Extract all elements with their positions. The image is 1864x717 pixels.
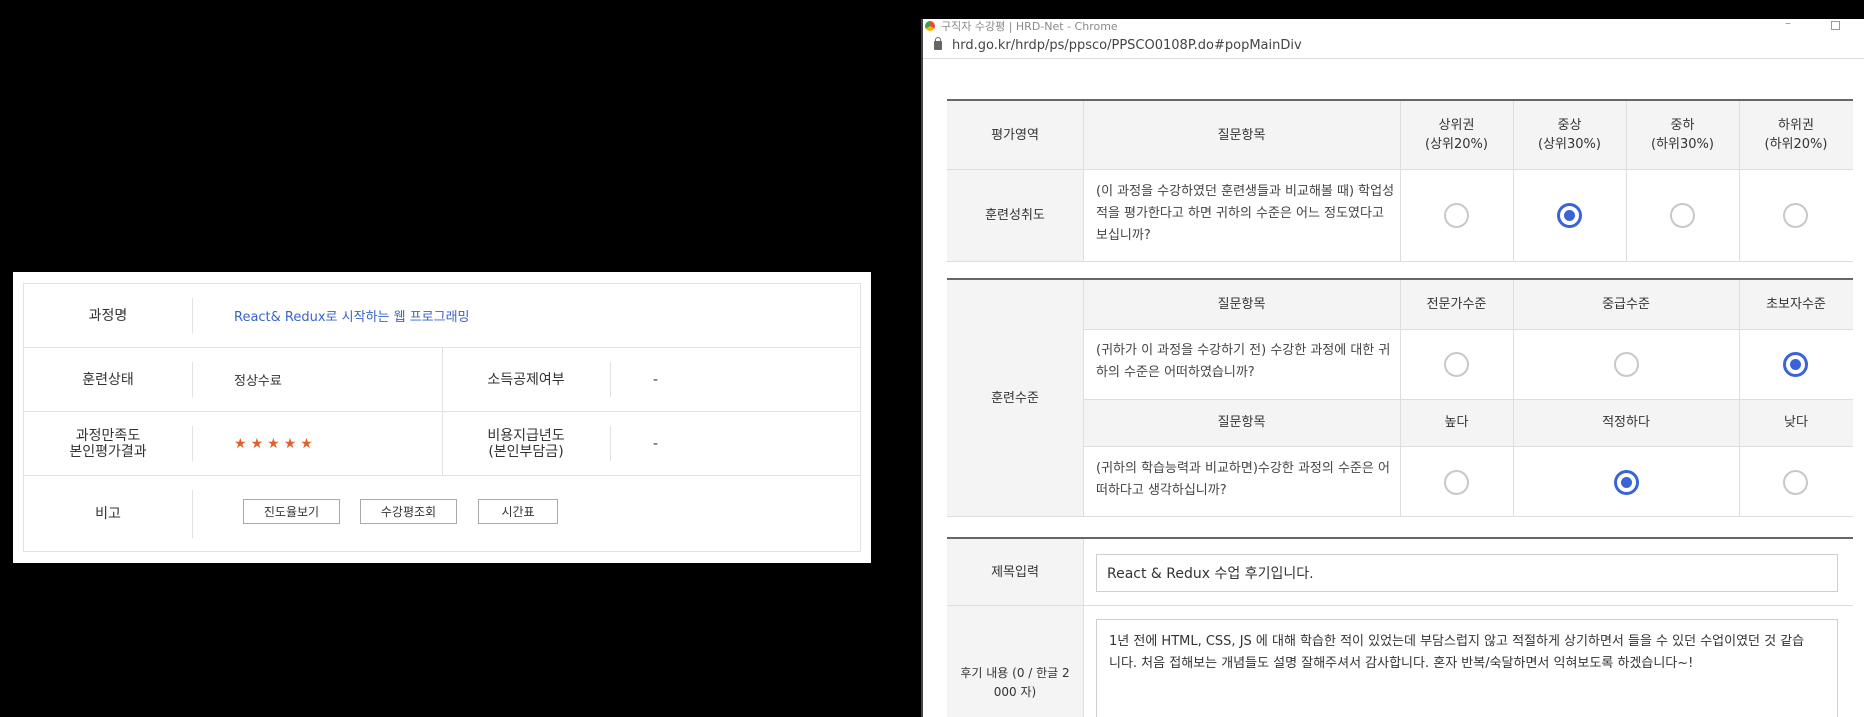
divider [192,490,193,538]
divider [610,362,611,397]
course-info-panel: 과정명 React& Redux로 시작하는 웹 프로그래밍 훈련상태 정상수료… [13,272,871,563]
course-name-link[interactable]: React& Redux로 시작하는 웹 프로그래밍 [234,306,470,325]
radio-intermediate[interactable] [1614,352,1639,377]
window-titlebar: 구직자 수강평 | HRD-Net - Chrome – [923,19,1864,33]
label-training-status: 훈련상태 [82,371,134,388]
maximize-icon[interactable] [1831,21,1840,30]
label-course-name: 과정명 [88,307,128,324]
address-bar[interactable]: hrd.go.kr/hrdp/ps/ppsco/PPSCO0108P.do#po… [923,33,1864,59]
header-upper-mid: 중상 (상위30%) [1538,118,1601,152]
review-input-table: 제목입력 React & Redux 수업 후기입니다. 후기 내용 (0 / … [947,537,1853,717]
minimize-icon[interactable]: – [1785,19,1791,30]
table-row: 훈련상태 정상수료 소득공제여부 - [24,348,860,412]
area-level: 훈련수준 [991,391,1039,406]
radio-bottom[interactable] [1783,203,1808,228]
chrome-logo-icon [925,21,935,31]
achievement-table: 평가영역 질문항목 상위권 (상위20%) 중상 (상위30%) 중하 (하위3… [947,99,1853,262]
radio-beginner[interactable] [1783,352,1808,377]
header-intermediate: 중급수준 [1602,297,1650,312]
url-text: hrd.go.kr/hrdp/ps/ppsco/PPSCO0108P.do#po… [952,38,1302,53]
star-icon: ★ [267,435,280,452]
star-rating: ★ ★ ★ ★ ★ [234,437,313,451]
question-text: (이 과정을 수강하였던 훈련생들과 비교해볼 때) 학업성 적을 평가한다고 … [1096,184,1395,243]
radio-top[interactable] [1444,203,1469,228]
area-achievement: 훈련성취도 [985,208,1045,223]
question-text: (귀하가 이 과정을 수강하기 전) 수강한 과정에 대한 귀 하의 수준은 어… [1096,343,1391,380]
question-text: (귀하의 학습능력과 비교하면)수강한 과정의 수준은 어 떠하다고 생각하십니… [1096,461,1390,498]
radio-upper-mid[interactable] [1557,203,1582,228]
header-question: 질문항목 [1217,415,1266,430]
star-icon: ★ [250,435,264,452]
progress-view-button[interactable]: 진도율보기 [243,499,340,524]
label-content: 후기 내용 (0 / 한글 2 000 자) [960,665,1070,699]
radio-high[interactable] [1444,470,1469,495]
header-beginner: 초보자수준 [1766,297,1826,312]
header-area: 평가영역 [991,127,1039,143]
star-icon: ★ [300,435,313,452]
header-expert: 전문가수준 [1426,297,1487,312]
training-status-value: 정상수료 [234,374,282,389]
divider [610,426,611,461]
radio-low[interactable] [1783,470,1808,495]
review-content-textarea[interactable]: 1년 전에 HTML, CSS, JS 에 대해 학습한 적이 있었는데 부담스… [1096,619,1838,717]
review-title-input[interactable]: React & Redux 수업 후기입니다. [1096,554,1838,592]
review-lookup-button[interactable]: 수강평조회 [360,499,457,524]
label-remarks: 비고 [95,506,121,522]
radio-appropriate[interactable] [1614,470,1639,495]
divider [192,298,193,333]
header-appropriate: 적정하다 [1602,415,1650,430]
header-question: 질문항목 [1217,297,1266,312]
window-title: 구직자 수강평 | HRD-Net - Chrome [941,20,1118,33]
table-row: 비고 진도율보기 수강평조회 시간표 [24,476,860,552]
timetable-button[interactable]: 시간표 [478,499,558,524]
course-info-table: 과정명 React& Redux로 시작하는 웹 프로그래밍 훈련상태 정상수료… [23,283,861,552]
header-question: 질문항목 [1217,127,1266,143]
level-table: 훈련수준 질문항목 전문가수준 중급수준 초보자수준 (귀하가 이 과정을 수강… [947,278,1853,518]
table-row: 과정만족도 본인평가결과 ★ ★ ★ ★ ★ 비용지급년도 (본인부담금) - [24,412,860,476]
tax-deduction-value: - [653,371,659,388]
table-row: 과정명 React& Redux로 시작하는 웹 프로그래밍 [24,284,860,348]
divider [192,362,193,397]
label-title: 제목입력 [991,564,1039,580]
label-tax-deduction: 소득공제여부 [487,371,565,388]
header-low: 낮다 [1784,415,1808,430]
cost-year-value: - [653,435,659,452]
divider [192,426,193,461]
radio-lower-mid[interactable] [1670,203,1695,228]
chrome-popup-window: 구직자 수강평 | HRD-Net - Chrome – hrd.go.kr/h… [921,19,1864,717]
star-icon: ★ [234,435,247,452]
header-bottom: 하위권 (하위20%) [1764,118,1828,152]
label-cost-year: 비용지급년도 (본인부담금) [487,427,565,460]
header-high: 높다 [1444,415,1469,430]
label-satisfaction: 과정만족도 본인평가결과 [69,427,147,460]
star-icon: ★ [283,435,297,452]
lock-icon [934,37,942,50]
radio-expert[interactable] [1444,352,1469,377]
header-lower-mid: 중하 (하위30%) [1651,118,1714,152]
header-top: 상위권 (상위20%) [1425,118,1488,152]
